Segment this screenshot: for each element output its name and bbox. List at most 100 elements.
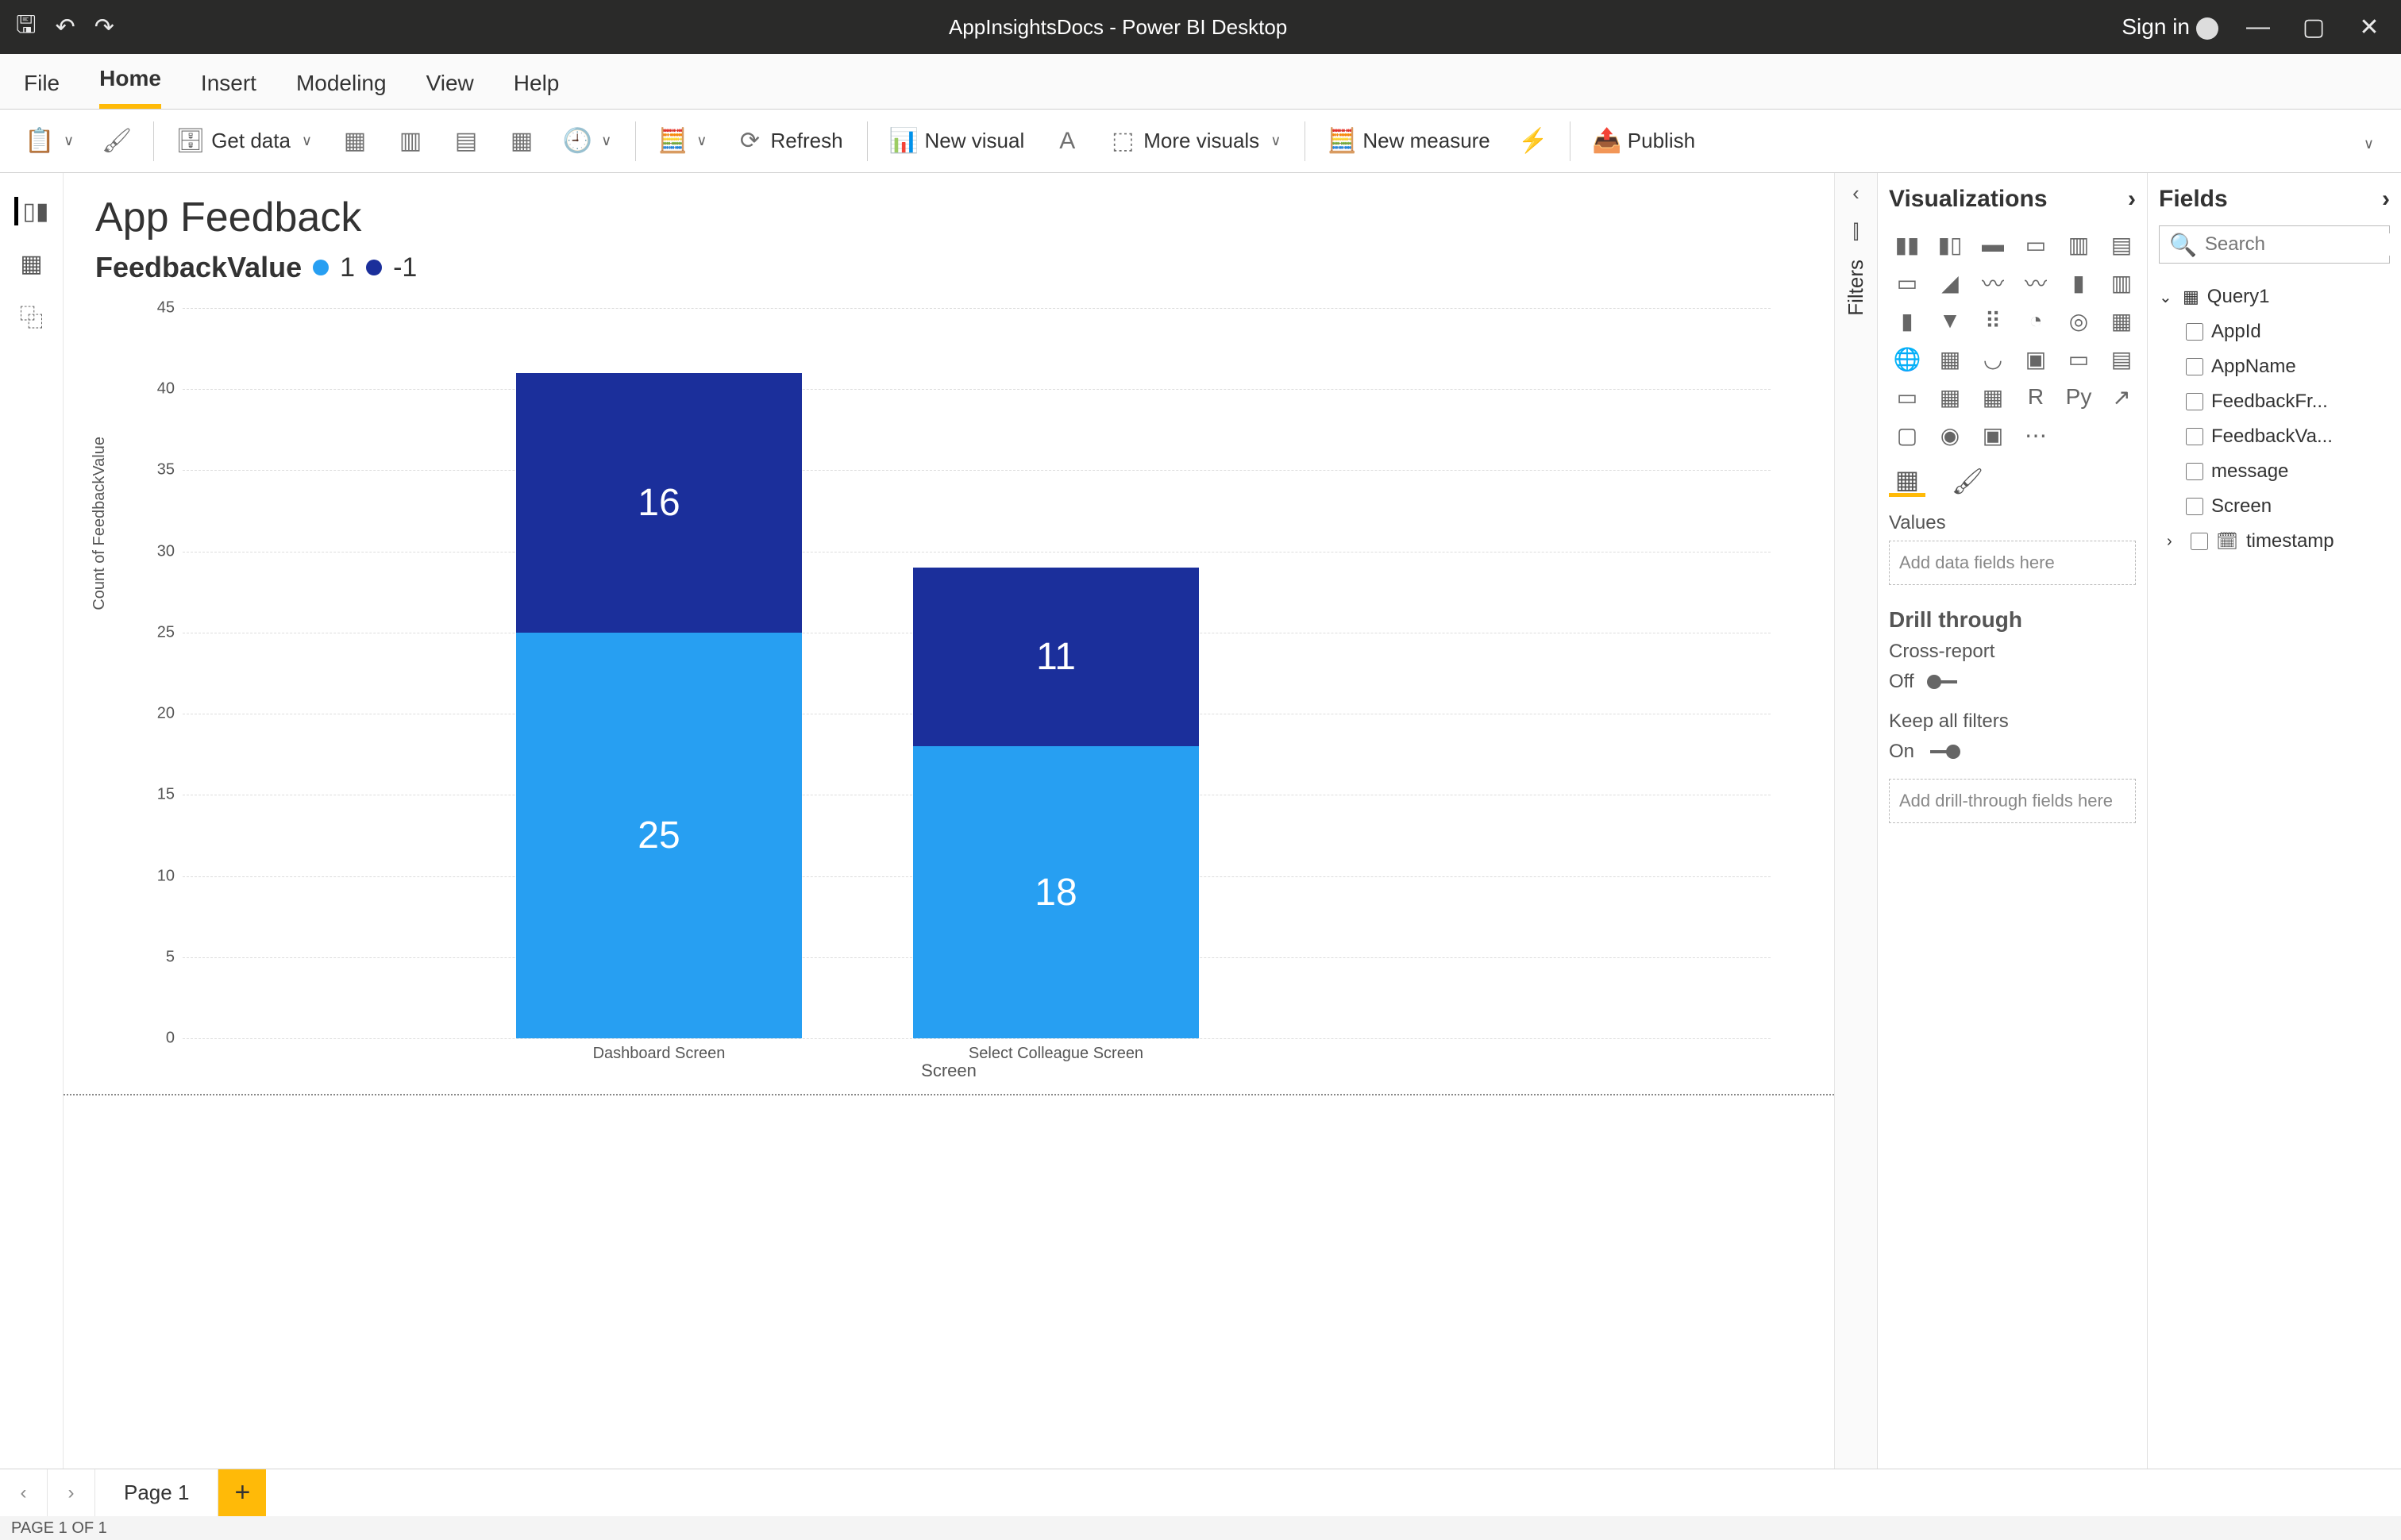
format-painter-button[interactable]: 🖌 xyxy=(93,121,141,162)
drill-fields-drop-area[interactable]: Add drill-through fields here xyxy=(1889,779,2136,823)
bar-segment[interactable]: 16 xyxy=(516,373,802,633)
keep-filters-toggle[interactable] xyxy=(1924,746,1964,757)
cross-report-toggle[interactable] xyxy=(1924,676,1964,687)
field-checkbox[interactable] xyxy=(2186,428,2203,445)
viz-type-icon[interactable]: ▤ xyxy=(2103,343,2140,375)
pbi-source-button[interactable]: ▥ xyxy=(387,121,434,162)
viz-type-icon[interactable]: ▭ xyxy=(2018,229,2054,260)
viz-type-icon[interactable]: ▣ xyxy=(1975,419,2011,451)
viz-type-icon[interactable]: ▦ xyxy=(1932,381,1968,413)
quick-measure-button[interactable]: ⚡ xyxy=(1509,121,1557,162)
table-node[interactable]: ⌄ ▦ Query1 xyxy=(2159,279,2390,314)
viz-type-icon[interactable]: ▦ xyxy=(2103,305,2140,337)
fields-search-input[interactable] xyxy=(2205,233,2401,256)
transform-data-button[interactable]: 🧮∨ xyxy=(649,121,718,162)
close-button[interactable]: ✕ xyxy=(2353,13,2385,41)
viz-type-icon[interactable]: ▮ xyxy=(2060,267,2097,298)
bar-segment[interactable]: 18 xyxy=(913,746,1199,1038)
page-tab-1[interactable]: Page 1 xyxy=(95,1469,218,1516)
field-checkbox[interactable] xyxy=(2186,498,2203,515)
field-checkbox[interactable] xyxy=(2186,463,2203,480)
menu-home[interactable]: Home xyxy=(99,66,161,109)
collapse-table-icon[interactable]: ⌄ xyxy=(2159,287,2175,307)
field-node[interactable]: Screen xyxy=(2159,489,2390,524)
viz-type-icon[interactable]: ▦ xyxy=(1932,343,1968,375)
viz-type-icon[interactable]: 〰 xyxy=(2018,267,2054,298)
viz-type-icon[interactable]: ◔ xyxy=(2018,305,2054,337)
viz-type-icon[interactable]: ◉ xyxy=(1932,419,1968,451)
timestamp-checkbox[interactable] xyxy=(2191,533,2208,550)
viz-type-icon[interactable]: ▦ xyxy=(1975,381,2011,413)
get-data-button[interactable]: 🗄Get data∨ xyxy=(167,121,323,162)
viz-type-icon[interactable]: ▭ xyxy=(1889,267,1925,298)
field-checkbox[interactable] xyxy=(2186,323,2203,341)
viz-type-icon[interactable]: Py xyxy=(2060,381,2097,413)
model-view-icon[interactable]: ⿻ xyxy=(14,302,49,330)
field-checkbox[interactable] xyxy=(2186,358,2203,375)
field-node[interactable]: FeedbackVa... xyxy=(2159,419,2390,454)
undo-icon[interactable]: ↶ xyxy=(56,13,75,41)
viz-type-icon[interactable]: 〰 xyxy=(1975,267,2011,298)
values-drop-area[interactable]: Add data fields here xyxy=(1889,541,2136,585)
field-node[interactable]: AppId xyxy=(2159,314,2390,349)
filters-pane-collapsed[interactable]: ‹ ⫿ Filters xyxy=(1834,173,1877,1469)
excel-source-button[interactable]: ▦ xyxy=(331,121,379,162)
redo-icon[interactable]: ↷ xyxy=(94,13,114,41)
field-node[interactable]: AppName xyxy=(2159,349,2390,384)
viz-type-icon[interactable]: ◡ xyxy=(1975,343,2011,375)
recent-sources-button[interactable]: 🕘∨ xyxy=(553,121,622,162)
maximize-button[interactable]: ▢ xyxy=(2298,13,2330,41)
viz-type-icon[interactable]: ▮ xyxy=(1889,305,1925,337)
next-page-button[interactable]: › xyxy=(48,1469,95,1516)
viz-type-icon[interactable]: ▭ xyxy=(1889,381,1925,413)
paste-button[interactable]: 📋∨ xyxy=(16,121,85,162)
viz-type-icon[interactable]: ⠿ xyxy=(1975,305,2011,337)
timestamp-node[interactable]: › 🗓 timestamp xyxy=(2159,524,2390,559)
viz-type-icon[interactable]: R xyxy=(2018,381,2054,413)
viz-type-icon[interactable]: ▢ xyxy=(1889,419,1925,451)
publish-button[interactable]: 📤Publish xyxy=(1583,121,1706,162)
menu-file[interactable]: File xyxy=(24,71,60,109)
viz-type-icon[interactable]: 🌐 xyxy=(1889,343,1925,375)
new-measure-button[interactable]: 🧮New measure xyxy=(1318,121,1501,162)
bar-group[interactable]: 1118Select Colleague Screen xyxy=(913,568,1199,1038)
viz-type-icon[interactable]: ▼ xyxy=(1932,305,1968,337)
report-canvas[interactable]: App Feedback FeedbackValue 1 -1 Count of… xyxy=(64,173,1834,1469)
bar-segment[interactable]: 25 xyxy=(516,633,802,1038)
bar-segment[interactable]: 11 xyxy=(913,568,1199,746)
format-tab[interactable]: 🖌 xyxy=(1949,465,1986,497)
text-box-button[interactable]: A xyxy=(1043,121,1091,162)
more-visuals-button[interactable]: ⬚More visuals∨ xyxy=(1099,121,1292,162)
viz-type-icon[interactable]: ⋯ xyxy=(2018,419,2054,451)
viz-type-icon[interactable]: ▭ xyxy=(2060,343,2097,375)
refresh-button[interactable]: ⟳Refresh xyxy=(726,121,854,162)
expand-timestamp-icon[interactable]: › xyxy=(2167,533,2183,551)
add-page-button[interactable]: + xyxy=(218,1469,266,1516)
menu-modeling[interactable]: Modeling xyxy=(296,71,387,109)
fields-well-tab[interactable]: ▦ xyxy=(1889,465,1925,497)
viz-type-icon[interactable]: ▬ xyxy=(1975,229,2011,260)
ribbon-expand-button[interactable]: ∨ xyxy=(2361,129,2385,154)
minimize-button[interactable]: — xyxy=(2242,13,2274,40)
enter-data-button[interactable]: ▦ xyxy=(498,121,545,162)
report-view-icon[interactable]: ▯▮ xyxy=(14,197,49,225)
viz-type-icon[interactable]: ▥ xyxy=(2060,229,2097,260)
viz-type-icon[interactable]: ↗ xyxy=(2103,381,2140,413)
viz-type-icon[interactable]: ▮▯ xyxy=(1932,229,1968,260)
menu-view[interactable]: View xyxy=(426,71,474,109)
data-view-icon[interactable]: ▦ xyxy=(14,249,49,278)
viz-type-icon[interactable]: ▥ xyxy=(2103,267,2140,298)
menu-help[interactable]: Help xyxy=(514,71,560,109)
signin-button[interactable]: Sign in xyxy=(2122,14,2218,40)
sql-source-button[interactable]: ▤ xyxy=(442,121,490,162)
collapse-fields-icon[interactable]: › xyxy=(2382,186,2390,213)
menu-insert[interactable]: Insert xyxy=(201,71,256,109)
field-checkbox[interactable] xyxy=(2186,393,2203,410)
viz-type-icon[interactable]: ◎ xyxy=(2060,305,2097,337)
field-node[interactable]: FeedbackFr... xyxy=(2159,384,2390,419)
viz-type-icon[interactable]: ◢ xyxy=(1932,267,1968,298)
viz-type-icon[interactable]: ▣ xyxy=(2018,343,2054,375)
field-node[interactable]: message xyxy=(2159,454,2390,489)
viz-type-icon[interactable]: ▤ xyxy=(2103,229,2140,260)
fields-search[interactable]: 🔍 xyxy=(2159,225,2390,264)
